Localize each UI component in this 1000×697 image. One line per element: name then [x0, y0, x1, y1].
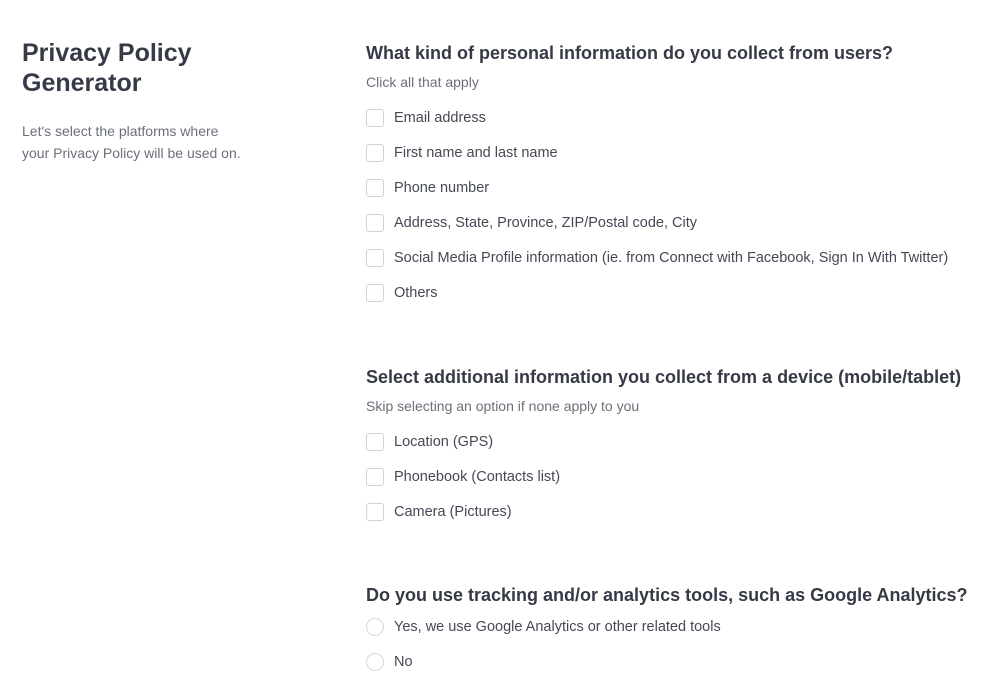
radio-icon[interactable] — [366, 652, 384, 671]
sidebar-description: Let's select the platforms where your Pr… — [22, 120, 322, 164]
checkbox-icon[interactable] — [366, 108, 384, 127]
sidebar-description-line1: Let's select the platforms where — [22, 123, 219, 139]
sidebar: Privacy Policy Generator Let's select th… — [22, 38, 322, 164]
option-label: Location (GPS) — [394, 433, 494, 450]
checkbox-icon[interactable] — [366, 143, 384, 162]
device-info-section: Select additional information you collec… — [366, 365, 1000, 529]
option-label: Camera (Pictures) — [394, 503, 512, 520]
question-title: What kind of personal information do you… — [366, 43, 894, 63]
question-title: Select additional information you collec… — [366, 367, 962, 387]
analytics-section: Do you use tracking and/or analytics too… — [366, 583, 1000, 679]
option-label: First name and last name — [394, 144, 558, 161]
option-label: Phone number — [394, 179, 490, 196]
option-label: Social Media Profile information (ie. fr… — [394, 249, 949, 266]
checkbox-icon[interactable] — [366, 432, 384, 451]
option-label: Others — [394, 284, 438, 301]
checkbox-camera[interactable]: Camera (Pictures) — [366, 494, 1000, 529]
radio-no[interactable]: No — [366, 644, 1000, 679]
page-title-line2: Generator — [22, 69, 142, 97]
checkbox-icon[interactable] — [366, 178, 384, 197]
option-label: Email address — [394, 109, 486, 126]
checkbox-location[interactable]: Location (GPS) — [366, 424, 1000, 459]
checkbox-icon[interactable] — [366, 248, 384, 267]
checkbox-icon[interactable] — [366, 502, 384, 521]
checkbox-phonebook[interactable]: Phonebook (Contacts list) — [366, 459, 1000, 494]
page-title-line1: Privacy Policy — [22, 39, 192, 67]
radio-icon[interactable] — [366, 617, 384, 636]
checkbox-icon[interactable] — [366, 283, 384, 302]
checkbox-others[interactable]: Others — [366, 275, 1000, 310]
checkbox-icon[interactable] — [366, 213, 384, 232]
checkbox-social-media[interactable]: Social Media Profile information (ie. fr… — [366, 240, 1000, 275]
page-title: Privacy Policy Generator — [22, 38, 322, 98]
checkbox-address[interactable]: Address, State, Province, ZIP/Postal cod… — [366, 205, 1000, 240]
personal-info-section: What kind of personal information do you… — [366, 41, 1000, 310]
checkbox-name[interactable]: First name and last name — [366, 135, 1000, 170]
checkbox-email[interactable]: Email address — [366, 100, 1000, 135]
question-subtitle: Skip selecting an option if none apply t… — [366, 398, 640, 414]
option-label: Phonebook (Contacts list) — [394, 468, 561, 485]
option-label: No — [394, 653, 413, 670]
radio-yes[interactable]: Yes, we use Google Analytics or other re… — [366, 609, 1000, 644]
option-label: Yes, we use Google Analytics or other re… — [394, 618, 721, 635]
sidebar-description-line2: your Privacy Policy will be used on. — [22, 145, 241, 161]
checkbox-phone[interactable]: Phone number — [366, 170, 1000, 205]
option-label: Address, State, Province, ZIP/Postal cod… — [394, 214, 698, 231]
question-title: Do you use tracking and/or analytics too… — [366, 585, 968, 605]
question-subtitle: Click all that apply — [366, 74, 479, 90]
checkbox-icon[interactable] — [366, 467, 384, 486]
